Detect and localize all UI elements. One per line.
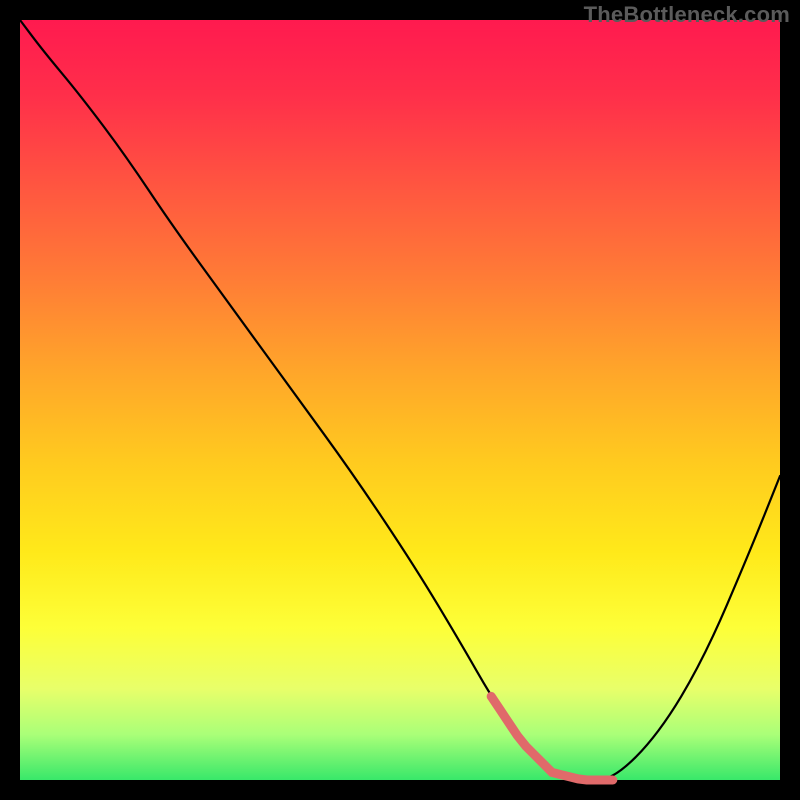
optimal-zone-highlight — [491, 696, 613, 780]
curve-path — [20, 20, 780, 780]
bottleneck-curve — [20, 20, 780, 780]
chart-frame: TheBottleneck.com — [0, 0, 800, 800]
